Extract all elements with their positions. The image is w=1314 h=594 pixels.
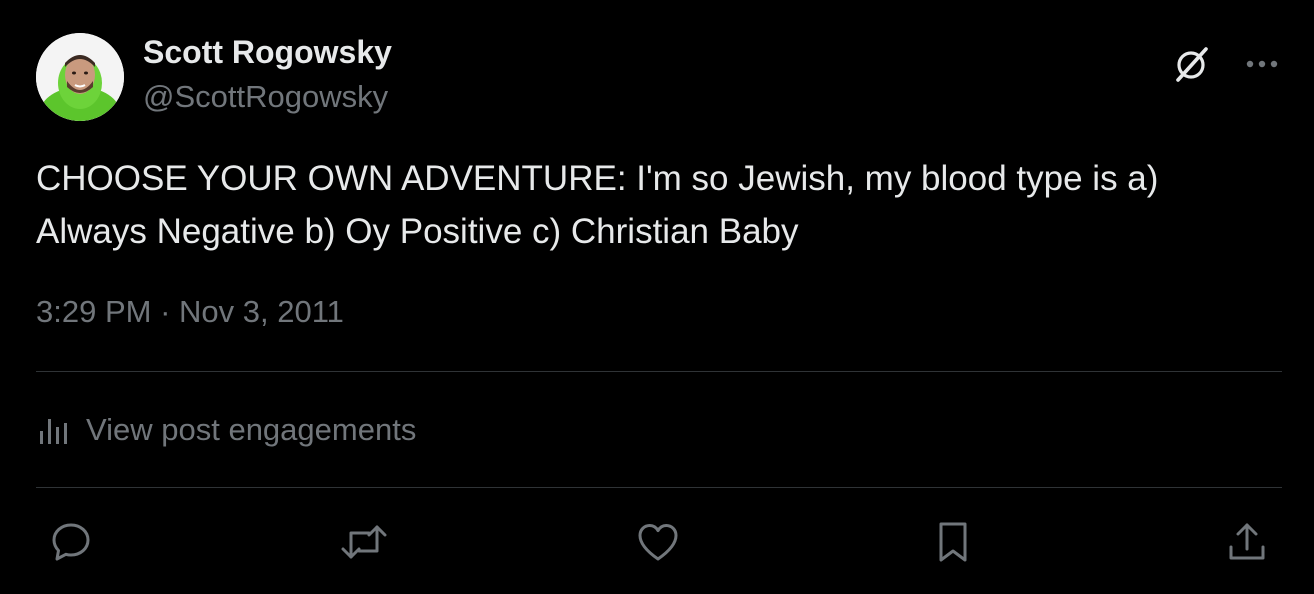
repost-button[interactable]	[335, 513, 393, 571]
author-handle[interactable]: @ScottRogowsky	[143, 79, 388, 115]
divider	[36, 487, 1282, 488]
more-dots-icon	[1246, 60, 1278, 68]
tweet-timestamp: 3:29 PM · Nov 3, 2011	[36, 294, 344, 330]
share-button[interactable]	[1218, 513, 1276, 571]
bookmark-button[interactable]	[924, 513, 982, 571]
avatar[interactable]	[36, 33, 124, 121]
reply-button[interactable]	[42, 513, 100, 571]
tweet-detail: Scott Rogowsky @ScottRogowsky CHOOSE YOU…	[0, 0, 1314, 594]
grok-button[interactable]	[1168, 40, 1216, 88]
tweet-text: CHOOSE YOUR OWN ADVENTURE: I'm so Jewish…	[36, 159, 1159, 251]
view-engagements-link[interactable]: View post engagements	[36, 404, 416, 456]
bar-chart-icon	[40, 419, 67, 444]
like-button[interactable]	[629, 513, 687, 571]
grok-icon	[1176, 47, 1208, 82]
share-icon	[1229, 523, 1265, 560]
view-engagements-label: View post engagements	[86, 412, 417, 447]
tweet-time[interactable]: 3:29 PM	[36, 294, 151, 329]
heart-icon	[638, 524, 678, 561]
repost-icon	[341, 525, 387, 559]
bookmark-icon	[939, 522, 967, 562]
tweet-date[interactable]: Nov 3, 2011	[179, 294, 344, 329]
divider	[36, 371, 1282, 372]
reply-icon	[52, 523, 90, 561]
profile-photo-icon	[36, 33, 124, 121]
more-options-button[interactable]	[1238, 40, 1286, 88]
author-display-name[interactable]: Scott Rogowsky	[143, 34, 392, 71]
timestamp-separator: ·	[160, 294, 171, 329]
